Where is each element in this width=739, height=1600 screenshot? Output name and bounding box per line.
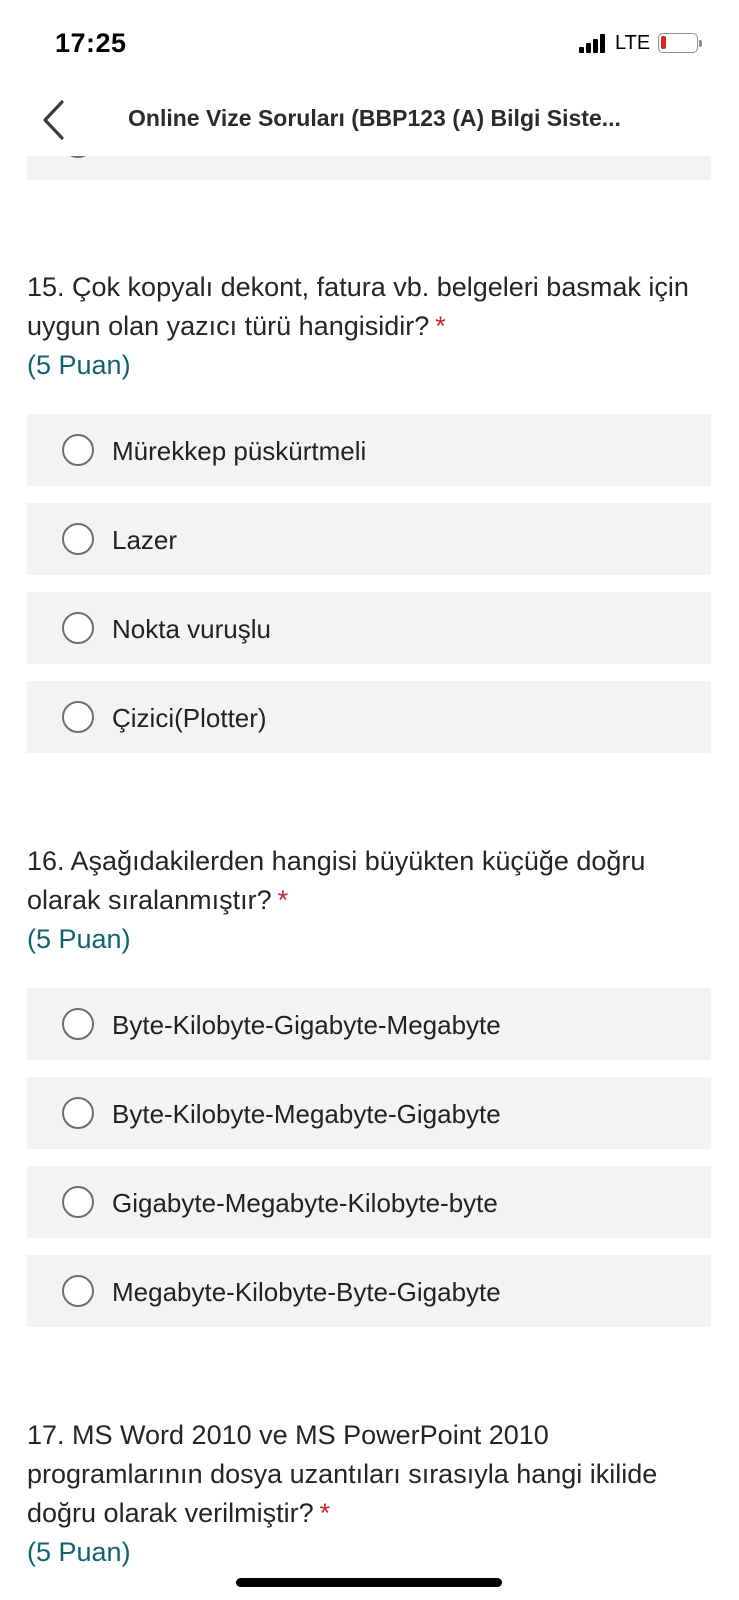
- answer-option[interactable]: Byte-Kilobyte-Gigabyte-Megabyte: [27, 988, 711, 1060]
- answer-option[interactable]: Mürekkep püskürtmeli: [27, 414, 711, 486]
- answer-option-label: Nokta vuruşlu: [112, 614, 271, 644]
- page-title: Online Vize Soruları (BBP123 (A) Bilgi S…: [128, 105, 621, 131]
- question-text: 16. Aşağıdakilerden hangisi büyükten küç…: [27, 846, 646, 915]
- answer-option-label: Gigabyte-Megabyte-Kilobyte-byte: [112, 1188, 498, 1218]
- signal-icon: [579, 33, 609, 53]
- radio-button-icon[interactable]: [62, 434, 94, 466]
- radio-button-icon[interactable]: [62, 1275, 94, 1307]
- radio-button-icon[interactable]: [62, 612, 94, 644]
- radio-button-icon[interactable]: [62, 701, 94, 733]
- battery-icon: [658, 33, 702, 53]
- question-points: (5 Puan): [27, 924, 131, 954]
- radio-button-icon[interactable]: [62, 1008, 94, 1040]
- answer-option[interactable]: Megabyte-Kilobyte-Byte-Gigabyte: [27, 1255, 711, 1327]
- answer-option[interactable]: Gigabyte-Megabyte-Kilobyte-byte: [27, 1166, 711, 1238]
- navigation-bar: Online Vize Soruları (BBP123 (A) Bilgi S…: [0, 88, 739, 156]
- required-asterisk: *: [277, 885, 289, 915]
- home-indicator[interactable]: [236, 1578, 502, 1587]
- answer-option-label: Byte-Kilobyte-Megabyte-Gigabyte: [112, 1099, 501, 1129]
- answer-option-label: Mürekkep püskürtmeli: [112, 436, 367, 466]
- answer-option[interactable]: Lazer: [27, 503, 711, 575]
- required-asterisk: *: [319, 1498, 331, 1528]
- network-type: LTE: [615, 32, 651, 54]
- answer-option-label: Byte-Kilobyte-Gigabyte-Megabyte: [112, 1010, 501, 1040]
- answer-option-label: Megabyte-Kilobyte-Byte-Gigabyte: [112, 1277, 501, 1307]
- question-text: 17. MS Word 2010 ve MS PowerPoint 2010 p…: [27, 1420, 658, 1528]
- status-time: 17:25: [55, 28, 127, 58]
- answer-option[interactable]: Çizici(Plotter): [27, 681, 711, 753]
- radio-button-icon[interactable]: [62, 1186, 94, 1218]
- radio-button-icon[interactable]: [62, 523, 94, 555]
- answer-option-label: Çizici(Plotter): [112, 703, 267, 733]
- status-bar: 17:25 LTE: [0, 0, 739, 88]
- question-text: 15. Çok kopyalı dekont, fatura vb. belge…: [27, 272, 689, 341]
- question-17: 17. MS Word 2010 ve MS PowerPoint 2010 p…: [27, 1416, 707, 1572]
- radio-button-icon[interactable]: [62, 1097, 94, 1129]
- answer-option-label: Lazer: [112, 525, 178, 555]
- required-asterisk: *: [435, 311, 446, 341]
- answer-option[interactable]: Byte-Kilobyte-Megabyte-Gigabyte: [27, 1077, 711, 1149]
- chevron-left-icon[interactable]: [30, 94, 80, 144]
- question-points: (5 Puan): [27, 1537, 131, 1567]
- question-15: 15. Çok kopyalı dekont, fatura vb. belge…: [27, 268, 707, 385]
- screen: 15. Çok kopyalı dekont, fatura vb. belge…: [0, 0, 739, 1600]
- question-16: 16. Aşağıdakilerden hangisi büyükten küç…: [27, 842, 707, 959]
- answer-option[interactable]: Nokta vuruşlu: [27, 592, 711, 664]
- question-points: (5 Puan): [27, 350, 131, 380]
